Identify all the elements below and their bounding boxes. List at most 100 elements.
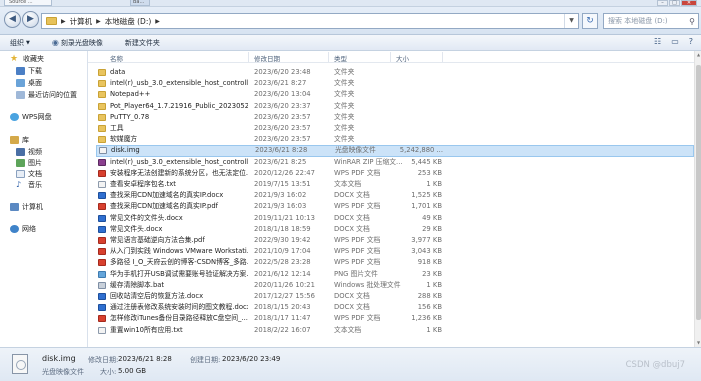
file-row[interactable]: 查找采用CDN加速域名的真实IP.pdf 2021/9/3 16:03 WPS PD… (96, 201, 694, 212)
refresh-button[interactable]: ↻ (582, 13, 598, 29)
file-name: 回收站清空后的恢复方法.docx (110, 292, 204, 300)
file-row[interactable]: intel(r)_usb_3.0_extensible_host_control… (96, 78, 694, 89)
vertical-scrollbar[interactable]: ▲ ▼ (694, 51, 701, 347)
chevron-down-icon[interactable]: ▼ (564, 14, 578, 28)
file-row[interactable]: Notepad++ 2023/6/20 13:04 文件夹 (96, 89, 694, 100)
nav-computer[interactable]: 计算机 (10, 202, 43, 212)
back-button[interactable]: ◀ (4, 11, 21, 28)
file-type: WPS PDF 文档 (334, 236, 381, 244)
file-size: 1 KB (426, 180, 442, 188)
column-modified[interactable]: 修改日期 (254, 53, 280, 63)
nav-videos[interactable]: 视频 (16, 147, 42, 157)
column-divider[interactable] (328, 52, 329, 62)
file-row[interactable]: 常见文件头.docx 2018/1/18 18:59 DOCX 文档 29 KB (96, 224, 694, 235)
organize-button[interactable]: 组织 ▼ (10, 38, 30, 48)
details-size-value: 5.00 GB (118, 367, 147, 375)
nav-libraries[interactable]: 库 (10, 135, 29, 145)
file-modified-date: 2022/9/30 19:42 (254, 236, 311, 244)
column-divider[interactable] (390, 52, 391, 62)
file-row[interactable]: 怎样修改iTunes备份目录路径释放C盘空间_... 2018/1/17 11:4… (96, 313, 694, 324)
docx-file-icon (98, 192, 106, 200)
scrollbar-thumb[interactable] (696, 65, 701, 320)
chevron-right-icon[interactable]: ▶ (61, 18, 66, 25)
file-row[interactable]: 软媒魔方 2023/6/20 23:57 文件夹 (96, 134, 694, 145)
file-row[interactable]: PuTTY_0.78 2023/6/20 23:57 文件夹 (96, 112, 694, 123)
file-type: WinRAR ZIP 压缩文... (334, 157, 403, 166)
nav-documents[interactable]: 文档 (16, 169, 42, 179)
burn-disc-image-button[interactable]: ◉ 刻录光盘映像 (52, 38, 103, 48)
close-button[interactable]: ✕ (681, 0, 697, 6)
view-options-icon[interactable]: ☷ (654, 37, 661, 46)
nav-network[interactable]: 网络 (10, 224, 36, 234)
command-toolbar: 组织 ▼ ◉ 刻录光盘映像 新建文件夹 ☷ ▭ ? (0, 35, 701, 51)
breadcrumb-computer[interactable]: 计算机 (70, 16, 93, 27)
file-row[interactable]: Pot_Player64_1.7.21916_Public_20230524 20… (96, 101, 694, 112)
file-type: DOCX 文档 (334, 292, 370, 300)
file-row[interactable]: 常见文件的文件头.docx 2019/11/21 10:13 DOCX 文档 49 K… (96, 213, 694, 224)
file-type: 文件夹 (334, 79, 355, 88)
nav-desktop[interactable]: 桌面 (16, 78, 42, 88)
file-row[interactable]: 重置win10所有应用.txt 2018/2/22 16:07 文本文档 1 KB (96, 325, 694, 336)
file-size: 288 KB (417, 292, 442, 300)
nav-wps-cloud[interactable]: WPS网盘 (10, 112, 52, 122)
file-row[interactable]: 华为手机打开USB调试需要账号验证解决方案... 2021/6/12 12:14 P… (96, 269, 694, 280)
new-folder-button[interactable]: 新建文件夹 (125, 38, 160, 48)
file-modified-date: 2023/6/20 23:57 (254, 112, 311, 121)
chevron-right-icon[interactable]: ▶ (155, 18, 160, 25)
maximize-button[interactable]: □ (669, 0, 680, 6)
scroll-up-icon[interactable]: ▲ (695, 51, 701, 59)
file-row[interactable]: disk.img 2023/6/21 8:28 光盘映像文件 5,242,880 ..… (96, 145, 694, 157)
file-row[interactable]: data 2023/6/20 23:48 文件夹 (96, 67, 694, 78)
nav-favorites[interactable]: ★ 收藏夹 (10, 54, 44, 64)
column-type[interactable]: 类型 (334, 53, 347, 63)
file-row[interactable]: 通过注册表修改系统安装时间的图文教程.docx 2018/1/15 20:43 DO… (96, 302, 694, 313)
help-icon[interactable]: ? (689, 37, 693, 46)
nav-recent[interactable]: 最近访问的位置 (16, 90, 77, 100)
search-input[interactable]: 搜索 本地磁盘 (D:) ⚲ (603, 13, 699, 29)
png-file-icon (98, 270, 106, 278)
file-row[interactable]: 查看安卓程序包名.txt 2019/7/15 13:51 文本文档 1 KB (96, 179, 694, 190)
cloud-icon (10, 113, 19, 121)
file-row[interactable]: 回收站清空后的恢复方法.docx 2017/12/27 15:56 DOCX 文档 2… (96, 291, 694, 302)
scroll-down-icon[interactable]: ▼ (695, 339, 701, 347)
breadcrumb-drive-d[interactable]: 本地磁盘 (D:) (105, 16, 152, 27)
column-size[interactable]: 大小 (396, 53, 409, 63)
file-row[interactable]: 常见语言基础逆向方法合集.pdf 2022/9/30 19:42 WPS PDF 文… (96, 235, 694, 246)
file-type: 文件夹 (334, 90, 355, 99)
tab-second[interactable]: Ba... (130, 0, 150, 6)
file-name: disk.img (111, 146, 140, 155)
file-row[interactable]: 多路径 I_O_天府云创的博客-CSDN博客_多路... 2022/5/28 23… (96, 257, 694, 268)
file-row[interactable]: 工具 2023/6/20 23:57 文件夹 (96, 123, 694, 134)
minimize-button[interactable]: – (657, 0, 668, 6)
disc-image-file-icon (12, 354, 28, 374)
file-modified-date: 2023/6/20 13:04 (254, 90, 311, 99)
details-modified-value: 2023/6/21 8:28 (118, 355, 172, 363)
file-type: 文本文档 (334, 180, 362, 188)
nav-wps-label: WPS网盘 (22, 113, 52, 121)
file-row[interactable]: 从入门到实践 Windows VMware Workstati... 2021/1… (96, 246, 694, 257)
file-size: 1,701 KB (411, 202, 442, 211)
address-field[interactable]: ▶ 计算机 ▶ 本地磁盘 (D:) ▶ ▼ (41, 13, 579, 29)
forward-button[interactable]: ▶ (22, 11, 39, 28)
file-row[interactable]: intel(r)_usb_3.0_extensible_host_control… (96, 157, 694, 168)
file-row[interactable]: 安装程序无法创建新的系统分区，也无法定位... 2020/12/26 22:47 W… (96, 168, 694, 179)
column-name[interactable]: 名称 (110, 53, 123, 63)
file-row[interactable]: 缓存清除脚本.bat 2020/11/26 10:21 Windows 批处理文件 1… (96, 280, 694, 291)
file-row[interactable]: 查找采用CDN加速域名的真实IP.docx 2021/9/3 16:02 DOCX … (96, 190, 694, 201)
nav-pictures[interactable]: 图片 (16, 158, 42, 168)
file-name: intel(r)_usb_3.0_extensible_host_control… (110, 157, 248, 166)
column-divider[interactable] (248, 52, 249, 62)
desktop-icon (16, 79, 25, 87)
nav-music[interactable]: ♪ 音乐 (16, 180, 42, 190)
nav-downloads[interactable]: 下载 (16, 66, 42, 76)
bat-file-icon (98, 281, 106, 289)
chevron-right-icon[interactable]: ▶ (96, 18, 101, 25)
file-type: DOCX 文档 (334, 224, 370, 233)
folder-icon (46, 17, 57, 25)
nav-computer-label: 计算机 (22, 203, 43, 211)
file-size: 1,525 KB (411, 191, 442, 200)
search-icon[interactable]: ⚲ (689, 15, 695, 29)
preview-pane-icon[interactable]: ▭ (671, 37, 679, 46)
column-divider[interactable] (442, 52, 443, 62)
tab-source[interactable]: Source ... (4, 0, 52, 6)
